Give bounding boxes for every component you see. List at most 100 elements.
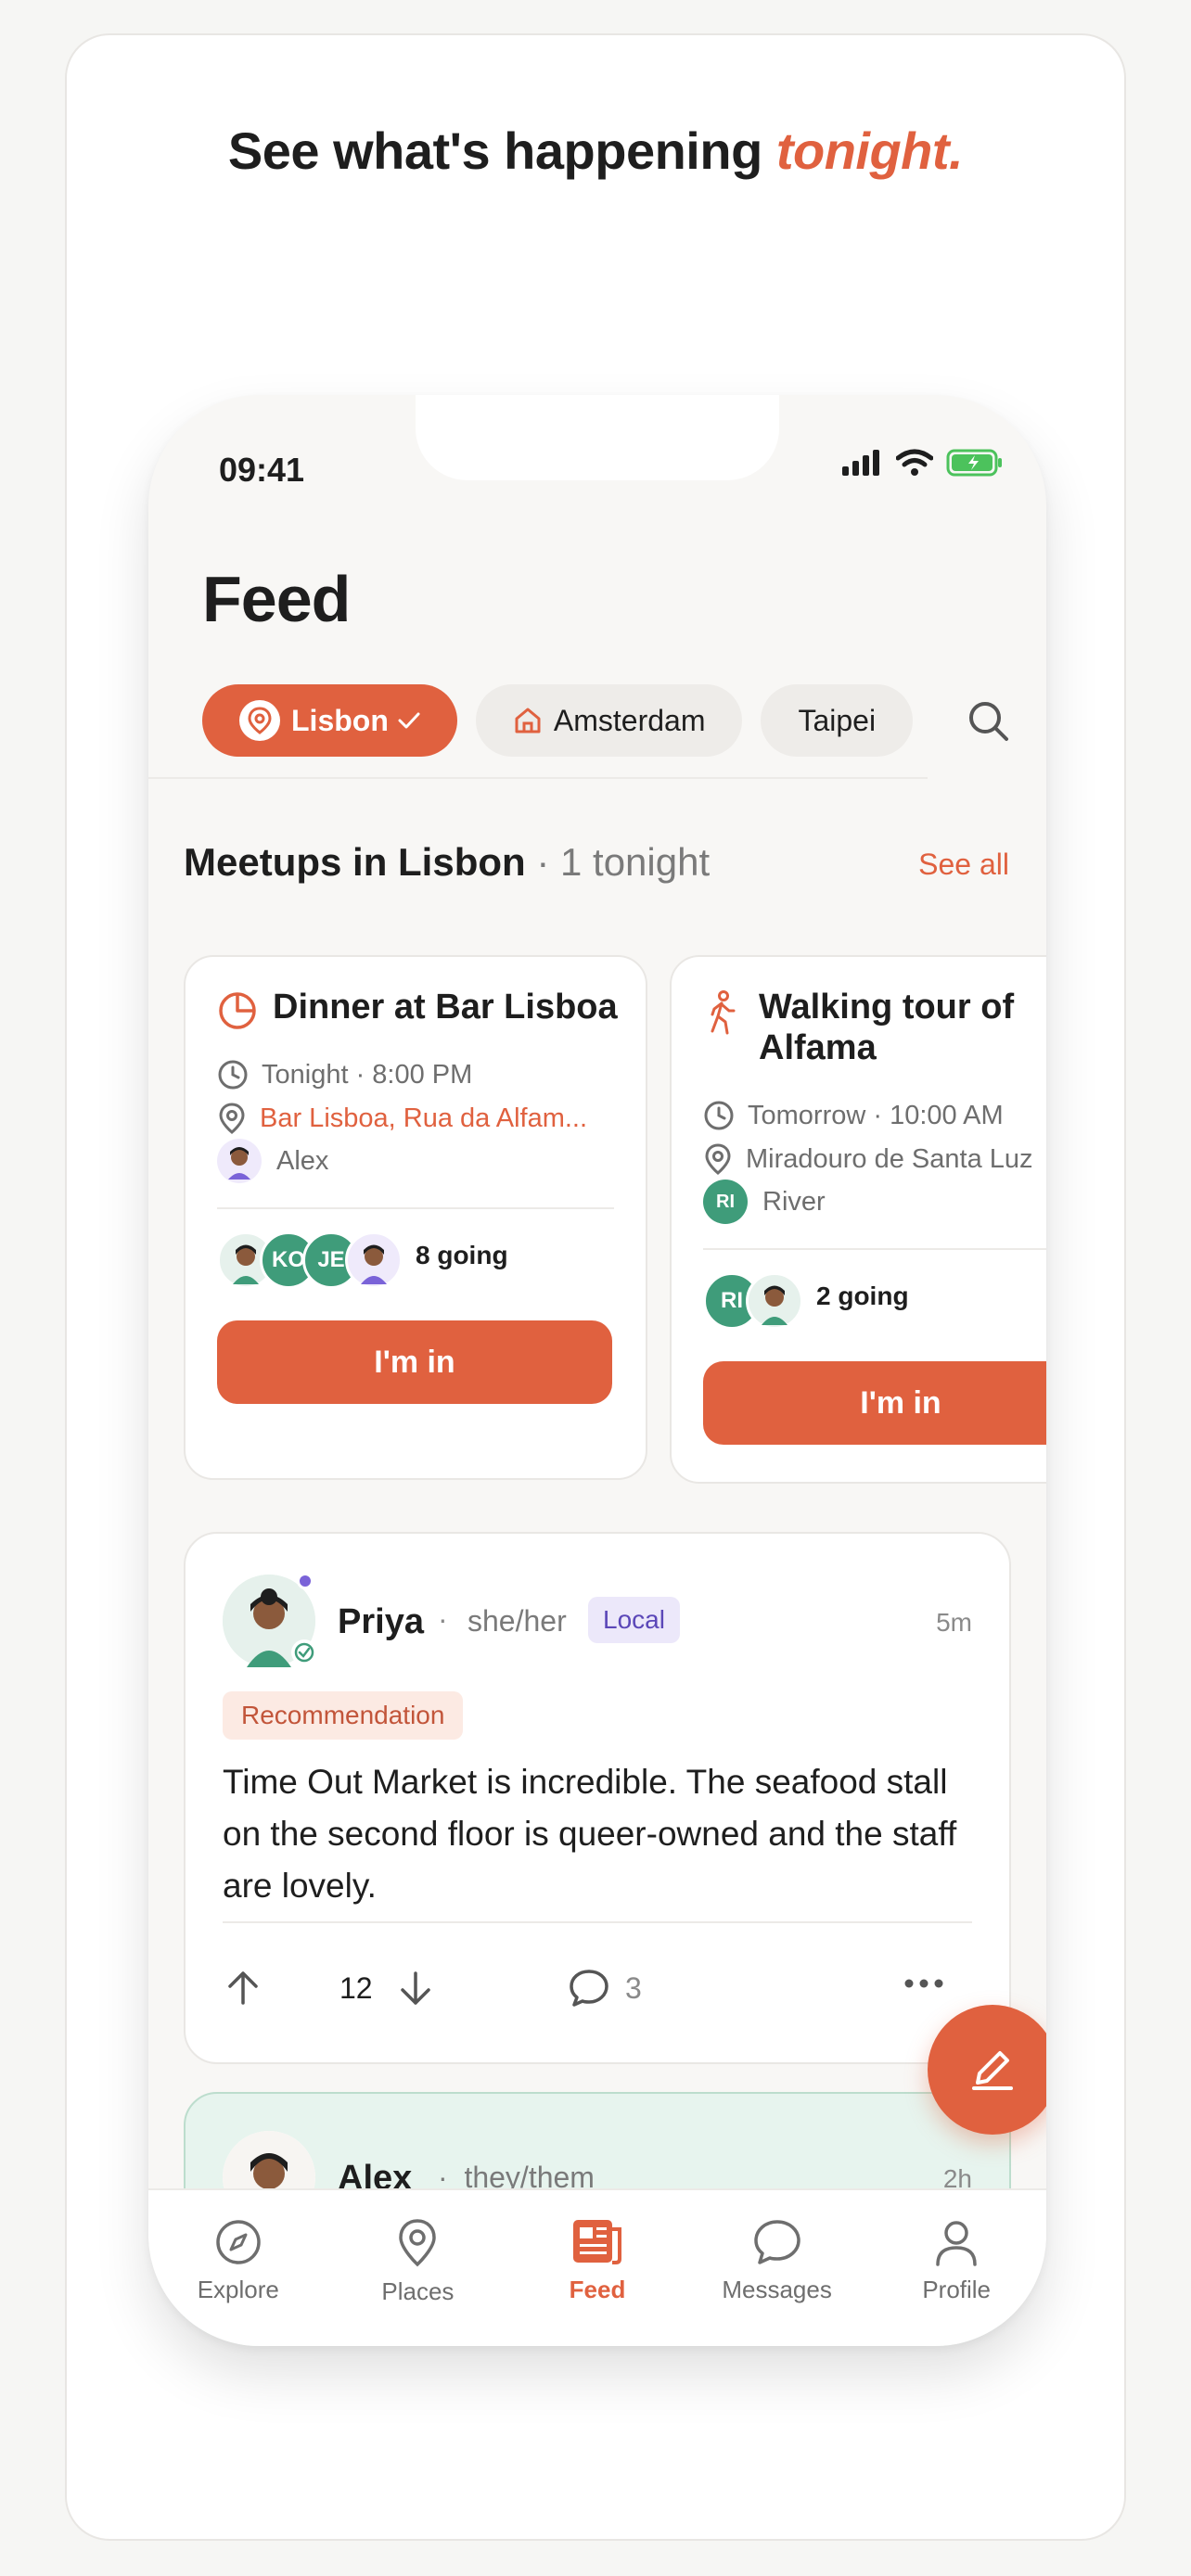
post-body: Time Out Market is incredible. The seafo… <box>223 1763 957 1905</box>
tab-label: Places <box>381 2277 455 2305</box>
headline: See what's happening tonight. <box>227 121 964 180</box>
meetup-location-row: Bar Lisboa, Rua da Alfam... <box>217 1102 587 1135</box>
person-icon <box>936 2221 977 2266</box>
meetup-time-row: Tonight · 8:00 PM <box>217 1059 472 1090</box>
comment-icon <box>570 1970 608 2007</box>
meetup-title: Dinner at Bar Lisboa <box>273 988 618 1027</box>
meetup-card[interactable]: Dinner at Bar Lisboa Tonight · 8:00 PM B… <box>184 955 647 1480</box>
meetup-time: Tonight · 8:00 PM <box>262 1059 473 1090</box>
tab-label: Messages <box>722 2276 832 2303</box>
downvote-button[interactable] <box>395 1970 436 2011</box>
clock-icon <box>704 1101 734 1130</box>
recommendation-tag: Recommendation <box>223 1691 464 1740</box>
chip-label: Taipei <box>798 703 877 737</box>
see-all-link[interactable]: See all <box>918 848 1009 882</box>
comments-button[interactable] <box>568 1968 610 2013</box>
newspaper-icon <box>572 2220 621 2264</box>
tab-places[interactable]: Places <box>328 2190 508 2346</box>
post-author[interactable]: Priya <box>338 1602 424 1642</box>
status-time: 09:41 <box>219 451 305 489</box>
home-icon <box>515 708 541 733</box>
meetup-divider <box>217 1207 614 1209</box>
wifi-icon <box>896 449 933 476</box>
vote-score: 12 <box>339 1971 373 2005</box>
going-count: 2 going <box>816 1282 909 1310</box>
chip-label: Amsterdam <box>553 703 706 737</box>
compass-icon <box>216 2220 261 2264</box>
chip-label: Lisbon <box>291 703 389 737</box>
walking-icon <box>711 990 736 1035</box>
meetup-title: Walking tour of Alfama <box>759 988 1015 1067</box>
avatar <box>345 1231 403 1289</box>
tab-feed[interactable]: Feed <box>507 2190 687 2346</box>
battery-icon <box>946 449 1002 477</box>
im-in-button[interactable]: I'm in <box>703 1361 1046 1445</box>
post-time: 5m <box>936 1608 972 1637</box>
post-divider <box>223 1921 972 1923</box>
page-title: Feed <box>202 563 351 635</box>
chip-lisbon[interactable]: Lisbon <box>202 684 457 757</box>
meetups-heading: Meetups in Lisbon · 1 tonight <box>184 840 711 884</box>
tab-label: Explore <box>197 2276 279 2303</box>
attendees-row[interactable]: KO JE 8 going <box>217 1231 508 1289</box>
search-icon <box>969 702 1008 741</box>
verified-icon <box>291 1639 317 1665</box>
arrow-down-icon <box>401 1971 430 2005</box>
online-dot <box>297 1573 314 1589</box>
map-pin-icon <box>399 2219 437 2267</box>
tab-label: Feed <box>569 2276 626 2303</box>
tab-bar: Explore Places Feed Messages Profile <box>148 2188 1046 2346</box>
meetup-time-row: Tomorrow · 10:00 AM <box>703 1100 1004 1131</box>
map-pin-icon <box>239 700 280 741</box>
status-icons <box>842 449 1004 477</box>
tab-profile[interactable]: Profile <box>866 2190 1046 2346</box>
pencil-icon <box>972 2051 1013 2090</box>
pie-chart-icon <box>219 992 256 1029</box>
meetup-host: River <box>762 1186 826 1217</box>
avatar <box>217 1139 262 1183</box>
compose-button[interactable] <box>928 2005 1046 2135</box>
meetups-count: · 1 tonight <box>525 840 711 884</box>
arrow-up-icon <box>228 1971 258 2005</box>
feed-post[interactable]: Priya · she/her Local 5m Recommendation … <box>184 1532 1011 2064</box>
city-chips: Lisbon Amsterdam Taipei <box>202 684 926 759</box>
meetup-host-row: Alex <box>217 1139 328 1183</box>
meetup-card[interactable]: Walking tour of Alfama Tomorrow · 10:00 A… <box>670 955 1046 1484</box>
meetup-location-row: Miradouro de Santa Luz <box>703 1142 1033 1176</box>
local-badge: Local <box>588 1597 680 1643</box>
headline-accent: tonight. <box>775 121 964 180</box>
meetup-time: Tomorrow · 10:00 AM <box>748 1100 1004 1130</box>
post-pronouns: she/her <box>467 1604 567 1638</box>
chip-taipei[interactable]: Taipei <box>761 684 914 757</box>
showcase-card: See what's happening tonight. 09:41 Feed… <box>65 33 1126 2541</box>
avatar <box>746 1272 803 1330</box>
avatar <box>223 1573 317 1667</box>
map-pin-icon <box>219 1103 245 1134</box>
tab-explore[interactable]: Explore <box>148 2190 328 2346</box>
search-button[interactable] <box>959 692 1018 751</box>
check-icon <box>398 712 420 729</box>
tab-messages[interactable]: Messages <box>687 2190 867 2346</box>
comment-count: 3 <box>625 1971 642 2005</box>
map-pin-icon <box>705 1143 731 1175</box>
meetup-location[interactable]: Bar Lisboa, Rua da Alfam... <box>260 1103 587 1134</box>
signal-icon <box>842 450 879 476</box>
chip-amsterdam[interactable]: Amsterdam <box>475 684 743 757</box>
meetup-divider <box>703 1248 1046 1250</box>
meetup-host-row: RI River <box>703 1180 826 1224</box>
attendees-row[interactable]: RI 2 going <box>703 1272 909 1330</box>
tab-label: Profile <box>922 2276 992 2303</box>
phone-frame: 09:41 Feed Lisbon Amsterdam Taipei Meetu… <box>148 395 1046 2346</box>
im-in-button[interactable]: I'm in <box>217 1320 612 1404</box>
phone-notch <box>416 395 779 480</box>
avatar-initials: RI <box>703 1180 748 1224</box>
upvote-button[interactable] <box>223 1970 263 2011</box>
chips-divider <box>148 777 928 779</box>
meetup-host: Alex <box>276 1145 329 1176</box>
more-dots-icon <box>904 1979 943 1988</box>
going-count: 8 going <box>416 1241 508 1269</box>
meetup-location[interactable]: Miradouro de Santa Luz <box>746 1144 1033 1175</box>
more-button[interactable] <box>903 1977 944 1994</box>
clock-icon <box>218 1060 248 1090</box>
chat-bubble-icon <box>753 2220 800 2264</box>
